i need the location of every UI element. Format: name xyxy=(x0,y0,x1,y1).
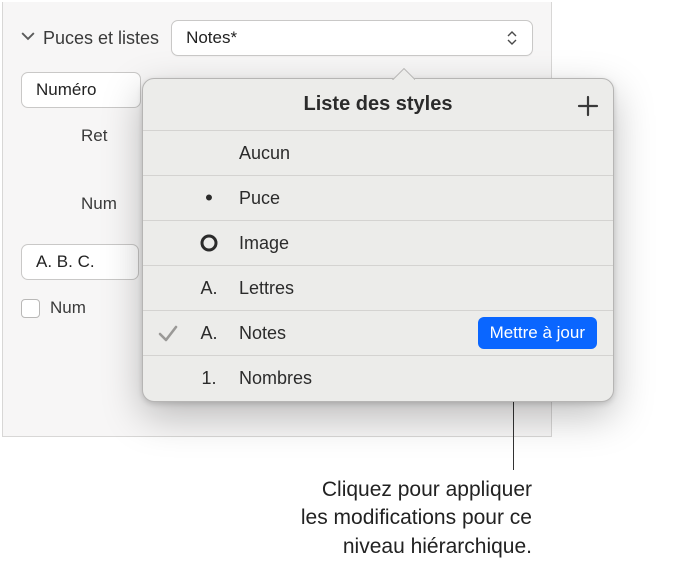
numbered-checkbox-label: Num xyxy=(50,298,86,318)
style-label: Notes xyxy=(239,323,286,344)
number-format-dropdown[interactable]: A. B. C. xyxy=(21,244,139,280)
bullets-lists-row: Puces et listes Notes* xyxy=(3,2,551,68)
add-style-button[interactable] xyxy=(575,93,601,119)
list-style-dropdown[interactable]: Notes* xyxy=(171,20,533,56)
numbers-prefix-icon: 1. xyxy=(195,368,223,389)
number-type-dropdown[interactable]: Numéro xyxy=(21,72,141,108)
caption-text: Cliquez pour appliquer les modifications… xyxy=(182,476,532,561)
updown-arrows-icon xyxy=(506,31,518,45)
style-label: Nombres xyxy=(239,368,312,389)
style-item-lettres[interactable]: A. Lettres xyxy=(143,266,613,311)
styles-popover: Liste des styles Aucun • Puce Image A. xyxy=(142,78,614,402)
style-list: Aucun • Puce Image A. Lettres xyxy=(143,131,613,401)
bullet-icon: • xyxy=(195,187,223,209)
notes-prefix-icon: A. xyxy=(195,323,223,344)
style-item-image[interactable]: Image xyxy=(143,221,613,266)
disclosure-toggle[interactable]: Puces et listes xyxy=(21,28,159,49)
style-item-notes[interactable]: A. Notes Mettre à jour xyxy=(143,311,613,356)
style-item-aucun[interactable]: Aucun xyxy=(143,131,613,176)
style-label: Puce xyxy=(239,188,280,209)
image-bullet-icon xyxy=(195,233,223,253)
style-label: Image xyxy=(239,233,289,254)
numbered-checkbox[interactable] xyxy=(21,299,40,318)
chevron-down-icon xyxy=(21,29,35,48)
style-label: Lettres xyxy=(239,278,294,299)
popover-title: Liste des styles xyxy=(304,93,453,116)
letters-prefix-icon: A. xyxy=(195,278,223,299)
popover-header: Liste des styles xyxy=(143,79,613,131)
style-item-puce[interactable]: • Puce xyxy=(143,176,613,221)
check-icon xyxy=(157,322,179,344)
dropdown-value: Notes* xyxy=(186,28,237,48)
style-label: Aucun xyxy=(239,143,290,164)
section-title: Puces et listes xyxy=(43,28,159,49)
style-item-nombres[interactable]: 1. Nombres xyxy=(143,356,613,401)
update-style-button[interactable]: Mettre à jour xyxy=(478,317,597,349)
